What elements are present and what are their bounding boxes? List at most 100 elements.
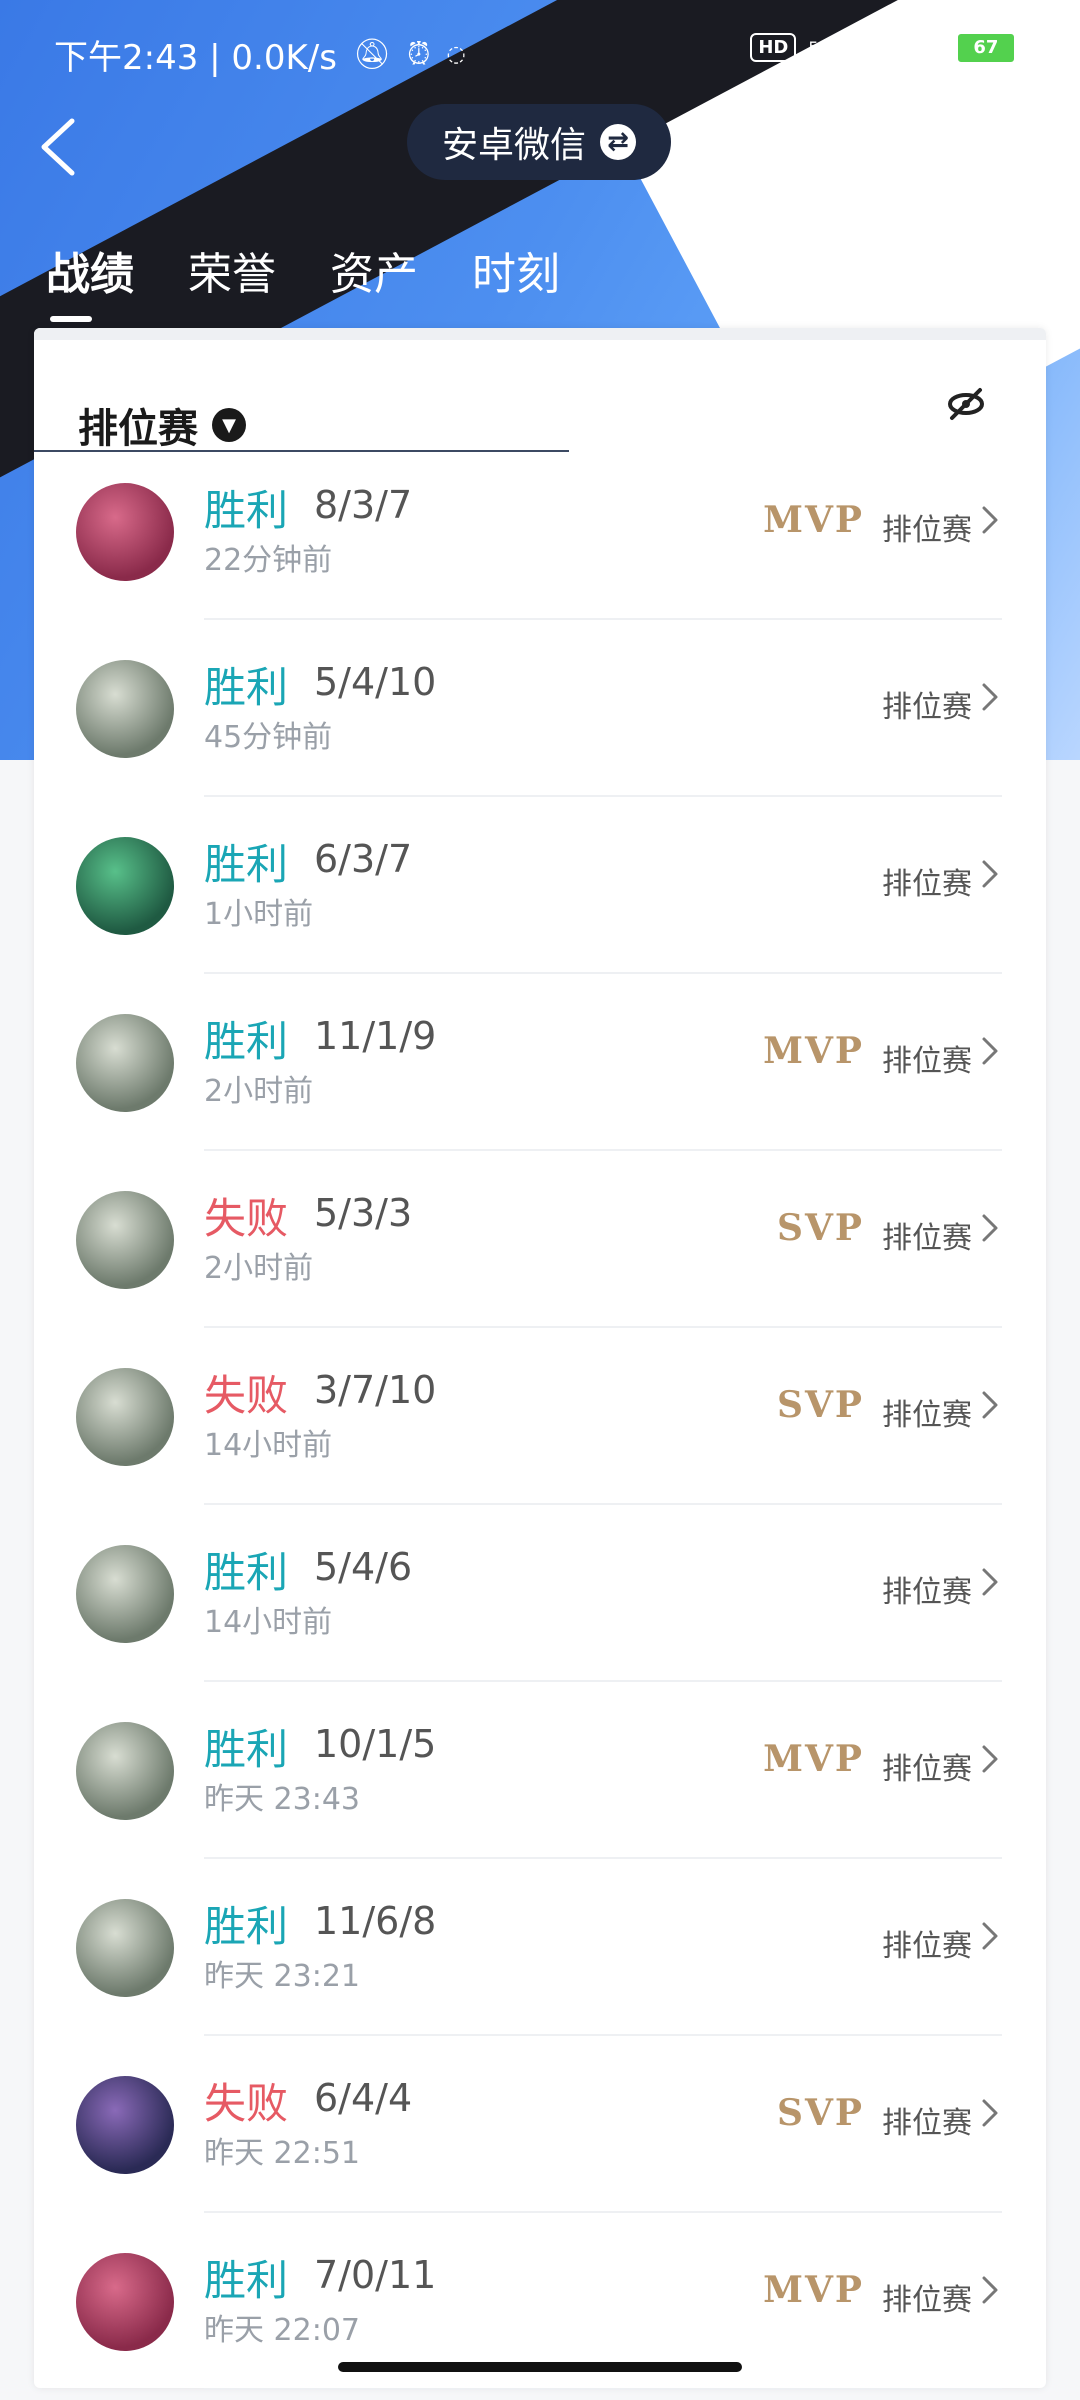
more-dot-icon [972, 139, 984, 151]
match-time: 2小时前 [204, 1074, 314, 1109]
account-switch-button[interactable]: 安卓微信 ⇄ [407, 104, 671, 180]
alarm-icon: ⏰︎ [407, 37, 431, 72]
back-arrow-icon [41, 118, 75, 176]
match-kda: 11/1/9 [314, 1014, 437, 1058]
hero-avatar [76, 1545, 174, 1643]
match-row[interactable]: 胜利 6/3/7 1小时前 排位赛 [34, 797, 1046, 974]
status-time: 下午2:43 | 0.0K/s [54, 38, 337, 78]
tab-bar: 战绩 荣誉 资产 时刻 [46, 238, 560, 322]
match-row[interactable]: 胜利 5/4/6 14小时前 排位赛 [34, 1505, 1046, 1682]
hd-icon: HD [750, 33, 797, 62]
tab-honor[interactable]: 荣誉 [188, 238, 276, 302]
match-time: 14小时前 [204, 1428, 333, 1463]
mute-bell-icon: 🔕︎ [352, 37, 392, 72]
match-time: 昨天 22:51 [204, 2136, 360, 2171]
tab-moments[interactable]: 时刻 [472, 238, 560, 302]
match-row[interactable]: 胜利 5/4/10 45分钟前 排位赛 [34, 620, 1046, 797]
match-time: 昨天 22:07 [204, 2313, 360, 2348]
chevron-right-icon [982, 683, 998, 711]
hero-avatar [76, 1368, 174, 1466]
svp-badge: SVP [777, 1384, 864, 1426]
hero-avatar [76, 1899, 174, 1997]
match-row[interactable]: 失败 6/4/4 昨天 22:51 SVP 排位赛 [34, 2036, 1046, 2213]
chevron-right-icon [982, 2099, 998, 2127]
match-result: 胜利 [204, 1548, 289, 1597]
match-time: 45分钟前 [204, 720, 333, 755]
game-offline-status: ● 游戏离线 [865, 76, 980, 101]
network-label: 5G [808, 38, 831, 57]
match-mode: 排位赛 [882, 1575, 972, 1610]
signal-icon [844, 34, 881, 61]
match-mode: 排位赛 [882, 2283, 972, 2318]
match-mode: 排位赛 [882, 1221, 972, 1256]
match-kda: 7/0/11 [314, 2253, 437, 2297]
chevron-right-icon [982, 1037, 998, 1065]
hero-avatar [76, 1014, 174, 1112]
chevron-right-icon [982, 1391, 998, 1419]
match-mode: 排位赛 [882, 513, 972, 548]
mvp-badge: MVP [763, 1738, 864, 1780]
match-row[interactable]: 胜利 8/3/7 22分钟前 MVP 排位赛 [34, 443, 1046, 620]
wechat-icon: ◌ [446, 42, 466, 67]
hero-avatar [76, 837, 174, 935]
match-row[interactable]: 胜利 11/6/8 昨天 23:21 排位赛 [34, 1859, 1046, 2036]
match-kda: 6/3/7 [314, 837, 413, 881]
eye-off-icon [948, 388, 984, 420]
account-label: 安卓微信 [441, 125, 586, 166]
battery-icon: 67 [954, 30, 1017, 65]
swap-icon: ⇄ [600, 124, 636, 160]
match-time: 昨天 23:43 [204, 1782, 360, 1817]
match-result: 胜利 [204, 2256, 289, 2305]
match-mode: 排位赛 [882, 1752, 972, 1787]
hero-avatar [76, 1191, 174, 1289]
match-result: 胜利 [204, 486, 289, 535]
match-row[interactable]: 失败 3/7/10 14小时前 SVP 排位赛 [34, 1328, 1046, 1505]
match-row[interactable]: 胜利 11/1/9 2小时前 MVP 排位赛 [34, 974, 1046, 1151]
match-row[interactable]: 失败 5/3/3 2小时前 SVP 排位赛 [34, 1151, 1046, 1328]
match-kda: 5/4/10 [314, 660, 437, 704]
hide-record-button[interactable] [946, 384, 986, 424]
match-result: 胜利 [204, 1725, 289, 1774]
match-time: 14小时前 [204, 1605, 333, 1640]
svp-badge: SVP [777, 2092, 864, 2134]
match-result: 胜利 [204, 1017, 289, 1066]
more-dot-icon [1016, 139, 1028, 151]
more-dot-icon [994, 139, 1006, 151]
signal-icon [900, 34, 937, 61]
match-kda: 10/1/5 [314, 1722, 437, 1766]
match-mode: 排位赛 [882, 1044, 972, 1079]
match-result: 胜利 [204, 1902, 289, 1951]
match-result: 胜利 [204, 840, 289, 889]
chevron-right-icon [982, 506, 998, 534]
charging-icon: ⚡︎ [1028, 30, 1050, 65]
hero-avatar [76, 2253, 174, 2351]
tab-assets[interactable]: 资产 [330, 238, 418, 302]
match-row[interactable]: 胜利 10/1/5 昨天 23:43 MVP 排位赛 [34, 1682, 1046, 1859]
match-kda: 8/3/7 [314, 483, 413, 527]
match-history-card: 排位赛 ▼ 胜利 8/3/7 22分钟前 MVP 排位赛 胜利 5/4/10 4… [34, 328, 1046, 2390]
chevron-right-icon [982, 1214, 998, 1242]
match-mode: 排位赛 [882, 867, 972, 902]
match-result: 失败 [204, 2079, 289, 2128]
chevron-right-icon [982, 1922, 998, 1950]
match-result: 胜利 [204, 663, 289, 712]
mvp-badge: MVP [763, 2269, 864, 2311]
nav-bar: 安卓微信 ⇄ [0, 100, 1080, 200]
back-button[interactable] [38, 112, 98, 182]
tab-record[interactable]: 战绩 [46, 238, 134, 322]
mvp-badge: MVP [763, 499, 864, 541]
match-mode: 排位赛 [882, 2106, 972, 2141]
match-mode: 排位赛 [882, 690, 972, 725]
match-time: 2小时前 [204, 1251, 314, 1286]
chevron-right-icon [982, 860, 998, 888]
match-kda: 11/6/8 [314, 1899, 437, 1943]
more-button[interactable] [972, 130, 1042, 160]
chevron-right-icon [982, 1568, 998, 1596]
hero-avatar [76, 2076, 174, 2174]
match-mode: 排位赛 [882, 1929, 972, 1964]
match-result: 失败 [204, 1194, 289, 1243]
home-indicator[interactable] [338, 2362, 742, 2372]
chevron-down-icon: ▼ [212, 408, 246, 442]
match-kda: 3/7/10 [314, 1368, 437, 1412]
match-time: 昨天 23:21 [204, 1959, 360, 1994]
